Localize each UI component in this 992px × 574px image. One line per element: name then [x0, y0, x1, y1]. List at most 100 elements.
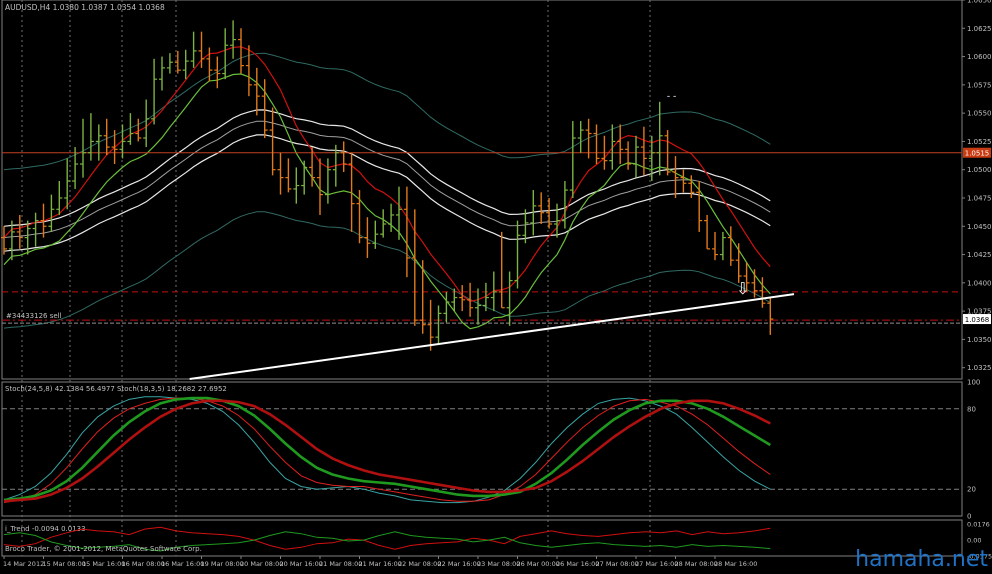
ohlc-bar	[577, 121, 584, 153]
ohlc-bar	[143, 99, 150, 148]
price-tick-label: 1.0500	[967, 166, 992, 174]
ohlc-bar	[8, 220, 15, 261]
ohlc-bar	[633, 135, 639, 178]
ohlc-bar	[277, 152, 284, 195]
upper-inner-envelope	[3, 120, 771, 239]
ohlc-bar	[704, 214, 711, 250]
ohlc-bar	[554, 203, 560, 238]
itrend-tick-label: 0.0176	[967, 521, 990, 529]
price-tick-label: 1.0650	[967, 0, 992, 5]
stochastic-lines	[2, 396, 962, 504]
ohlc-bar	[103, 118, 110, 155]
ohlc-bar	[546, 197, 553, 229]
time-tick-label: 23 Mar 08:00	[477, 560, 520, 568]
ohlc-bar	[87, 113, 94, 161]
time-tick-label: 22 Mar 08:00	[398, 560, 441, 568]
ohlc-bar	[206, 47, 213, 82]
time-tick-label: 19 Mar 08:00	[201, 560, 244, 568]
stochastic-panel[interactable]: Stoch(24,5,8) 42.1384 56.4977 Stoch(18,3…	[2, 379, 980, 521]
ohlc-bar	[190, 31, 197, 68]
ohlc-bar	[680, 169, 687, 193]
ohlc-bar	[727, 226, 734, 266]
price-tick-label: 1.0575	[967, 81, 992, 89]
price-tick-label: 1.0450	[967, 223, 992, 231]
ohlc-bar	[459, 285, 466, 312]
time-tick-label: 27 Mar 16:00	[635, 560, 678, 568]
ohlc-bar	[166, 53, 173, 74]
white-trendline	[189, 293, 795, 380]
price-tick-label: 1.0475	[967, 194, 992, 202]
time-tick-label: 22 Mar 16:00	[438, 560, 481, 568]
ohlc-bar	[443, 291, 450, 323]
panel-frame-0	[1, 0, 963, 380]
ohlc-bar	[490, 271, 497, 312]
price-tick-label: 1.0425	[967, 251, 992, 259]
ohlc-bar	[238, 28, 244, 74]
ohlc-bar	[301, 160, 308, 195]
ohlc-bar	[712, 231, 718, 261]
moving-average-bands	[3, 46, 771, 330]
lower-outer-band	[3, 211, 771, 329]
ohlc-bar	[340, 141, 347, 172]
ohlc-bar	[435, 305, 442, 346]
ohlc-bar	[609, 124, 616, 170]
time-tick-label: 20 Mar 08:00	[240, 560, 283, 568]
ohlc-bar	[182, 49, 189, 80]
time-tick-label: 21 Mar 08:00	[319, 560, 362, 568]
time-tick-label: 16 Mar 08:00	[122, 560, 165, 568]
stoch-tick-label: 100	[967, 379, 980, 387]
time-tick-label: 28 Mar 08:00	[675, 560, 718, 568]
ohlc-bar	[285, 158, 292, 193]
order-label: #34433126 sell	[6, 312, 62, 320]
ohlc-bar	[656, 101, 663, 176]
ohlc-bar	[245, 45, 252, 97]
time-tick-label: 26 Mar 00:00	[517, 560, 560, 568]
ohlc-bar	[32, 212, 39, 247]
time-tick-label: 14 Mar 2012	[3, 560, 44, 568]
ohlc-bar	[719, 231, 726, 261]
stoch-tick-label: 20	[967, 486, 976, 494]
time-tick-label: 28 Mar 16:00	[714, 560, 757, 568]
dash-marks: - -	[667, 91, 676, 101]
trendline-group[interactable]	[189, 293, 795, 380]
ohlc-bar	[538, 192, 545, 225]
ohlc-bar	[427, 299, 434, 351]
time-tick-label: 27 Mar 08:00	[596, 560, 639, 568]
ohlc-bar	[561, 181, 568, 229]
ohlc-bar	[498, 231, 505, 309]
chart-window: AUDUSD,H4 1.0380 1.0387 1.0354 1.0368 1.…	[0, 0, 992, 572]
time-axis: 14 Mar 201215 Mar 08:0015 Mar 16:0016 Ma…	[3, 556, 757, 568]
ohlc-bar	[593, 124, 600, 165]
down-arrow-icon: ⇩	[736, 279, 749, 298]
stoch-tick-label: 0	[967, 513, 971, 521]
ohlc-bar	[617, 124, 624, 165]
ohlc-bar	[95, 124, 102, 161]
time-tick-label: 15 Mar 08:00	[43, 560, 86, 568]
ohlc-bars	[1, 20, 774, 351]
ohlc-bar	[222, 28, 229, 80]
price-tick-label: 1.0400	[967, 279, 992, 287]
stoch-slow-signal	[3, 399, 771, 503]
price-panel[interactable]: AUDUSD,H4 1.0380 1.0387 1.0354 1.0368 1.…	[1, 0, 992, 380]
price-tick-label: 1.0350	[967, 336, 992, 344]
ohlc-bar	[324, 158, 331, 204]
red-moving-average	[3, 46, 771, 303]
ohlc-bar	[151, 58, 158, 125]
ohlc-bar	[467, 282, 474, 317]
ohlc-bar	[293, 167, 300, 204]
ohlc-bar	[269, 107, 276, 176]
ohlc-bar	[625, 141, 632, 170]
ohlc-bar	[506, 271, 513, 326]
ohlc-bar	[569, 121, 576, 198]
ohlc-bar	[230, 20, 237, 59]
ohlc-bar	[696, 181, 703, 232]
ohlc-bar	[475, 288, 481, 325]
ohlc-bar	[64, 158, 71, 210]
ohlc-bar	[688, 175, 695, 198]
stoch-tick-label: 80	[967, 405, 976, 413]
ohlc-bar	[48, 194, 55, 232]
itrend-panel[interactable]: i_Trend -0.0094 0.0133 0.01760.00-0.0175…	[3, 521, 992, 561]
price-tick-label: 1.0375	[967, 308, 992, 316]
price-tick-label: 1.0600	[967, 53, 992, 61]
ohlc-bar	[735, 243, 742, 283]
